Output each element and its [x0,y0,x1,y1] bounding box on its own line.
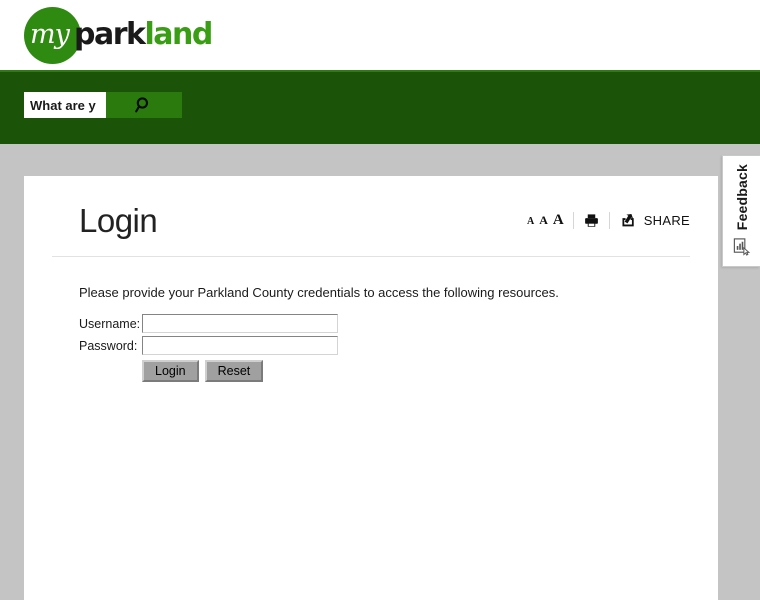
page-title: Login [79,202,158,239]
font-size-controls: A A A [527,213,573,228]
feedback-tab[interactable]: Feedback [722,155,760,267]
feedback-label: Feedback [733,164,750,231]
content-card: Login A A A SHARE Please provide your Pa… [24,176,718,600]
username-row: Username: [79,314,690,333]
password-label: Password: [79,338,138,353]
logo-script-word: my [30,19,70,50]
printer-icon [584,214,598,227]
username-input[interactable] [142,314,338,333]
search-band [0,72,760,144]
login-intro-text: Please provide your Parkland County cred… [79,285,559,300]
login-submit-button[interactable]: Login [142,360,199,382]
login-buttons: Login Reset [142,360,690,382]
password-input[interactable] [142,336,338,355]
print-button[interactable] [574,213,609,228]
font-size-small-button[interactable]: A [527,217,534,227]
login-section: Please provide your Parkland County cred… [24,257,718,382]
page-header: Login A A A SHARE [52,176,690,257]
feedback-form-icon [733,238,751,256]
search-form [24,92,182,118]
font-size-medium-button[interactable]: A [539,214,548,226]
password-row: Password: [79,336,690,355]
username-label: Username: [79,316,141,331]
search-submit-button[interactable] [106,92,182,118]
login-form: Username: Password: Login Reset [79,314,690,382]
share-label: SHARE [643,213,690,228]
font-size-large-button[interactable]: A [553,213,564,228]
login-reset-button[interactable]: Reset [204,360,264,382]
search-icon [135,97,149,113]
site-logo[interactable]: my parkland [24,7,213,65]
page-tools: A A A SHARE [527,212,690,229]
logo-wordmark: parkland [74,17,213,52]
site-masthead: my parkland [0,0,760,72]
logo-word-park: park [74,17,146,52]
share-button[interactable]: SHARE [610,213,690,228]
search-input[interactable] [24,92,106,118]
logo-word-land: land [144,17,213,52]
share-icon [622,213,634,227]
